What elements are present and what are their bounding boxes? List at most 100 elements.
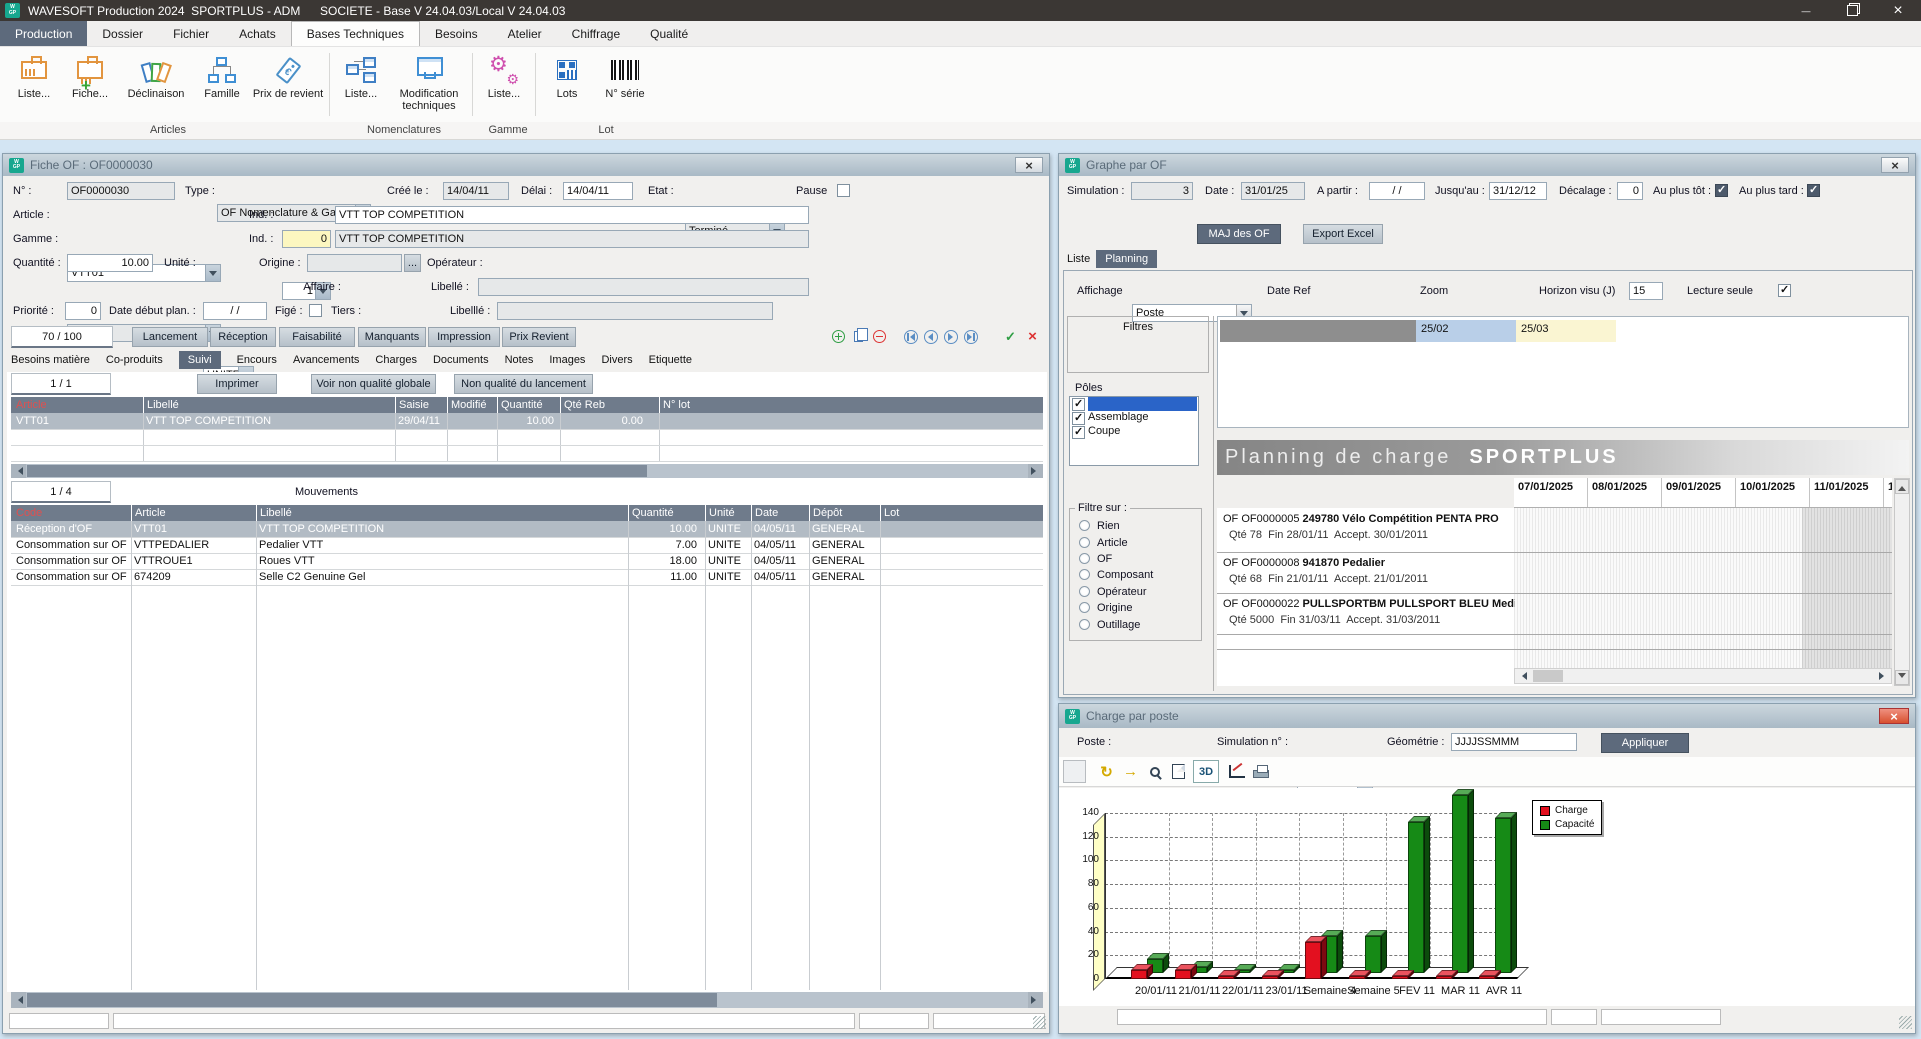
- priorite-field[interactable]: 0: [65, 302, 101, 320]
- previous-record-button[interactable]: [923, 329, 938, 344]
- mouvement-row[interactable]: Consommation sur OF VTTROUE1 Roues VTT 1…: [11, 553, 1043, 569]
- first-record-button[interactable]: [903, 329, 918, 344]
- maj-des-of-button[interactable]: MAJ des OF: [1197, 224, 1281, 244]
- charge-bar[interactable]: [1218, 976, 1234, 979]
- menu-tab-qualite[interactable]: Qualité: [635, 21, 703, 46]
- mouvements-counter-tab[interactable]: 1 / 4: [11, 481, 111, 503]
- radio-of[interactable]: [1079, 553, 1090, 564]
- menu-tab-atelier[interactable]: Atelier: [493, 21, 557, 46]
- radio-outillage[interactable]: [1079, 619, 1090, 630]
- delete-row-button[interactable]: [872, 329, 887, 344]
- pole-item[interactable]: Coupe: [1070, 425, 1198, 439]
- radio-composant[interactable]: [1079, 569, 1090, 580]
- mouvement-row[interactable]: Consommation sur OF VTTPEDALIER Pedalier…: [11, 537, 1043, 553]
- suivi-table-row[interactable]: VTT01 VTT TOP COMPETITION 29/04/11 10.00…: [11, 413, 1043, 429]
- mouvement-row[interactable]: Réception d'OF VTT01 VTT TOP COMPETITION…: [11, 521, 1043, 537]
- date-column[interactable]: 12/01/2025: [1884, 478, 1892, 508]
- gamme-ind-field[interactable]: 0: [282, 230, 331, 248]
- radio-operateur[interactable]: [1079, 586, 1090, 597]
- graphe-of-close-icon[interactable]: [1881, 157, 1909, 173]
- 3d-toggle-button[interactable]: 3D: [1193, 760, 1219, 783]
- faisabilite-button[interactable]: Faisabilité: [279, 327, 355, 347]
- ribbon-modification-techniques-button[interactable]: Modification techniques: [389, 47, 469, 122]
- date-column[interactable]: 07/01/2025: [1514, 478, 1588, 508]
- au-plus-tard-checkbox[interactable]: [1807, 184, 1820, 197]
- tab-encours[interactable]: Encours: [237, 354, 277, 366]
- prix-revient-button[interactable]: Prix Revient: [502, 327, 576, 347]
- column-date[interactable]: Date: [751, 505, 805, 521]
- resize-grip[interactable]: [1899, 1016, 1912, 1029]
- menu-tab-fichier[interactable]: Fichier: [158, 21, 224, 46]
- decalage-field[interactable]: 0: [1617, 182, 1643, 200]
- ribbon-article-liste-button[interactable]: Liste...: [6, 47, 62, 122]
- timeline-segment[interactable]: 25/02: [1416, 320, 1516, 342]
- planning-vscrollbar[interactable]: [1894, 478, 1910, 686]
- copy-row-button[interactable]: [851, 329, 866, 344]
- reception-button[interactable]: Réception: [210, 327, 276, 347]
- last-record-button[interactable]: [963, 329, 978, 344]
- column-article[interactable]: Article: [13, 397, 141, 413]
- column-code[interactable]: Code: [13, 505, 129, 521]
- appliquer-button[interactable]: Appliquer: [1601, 733, 1689, 753]
- gamme-libelle-field[interactable]: VTT TOP COMPETITION: [335, 230, 809, 248]
- tab-documents[interactable]: Documents: [433, 354, 489, 366]
- lecture-seule-checkbox[interactable]: [1778, 284, 1791, 297]
- timeline-segment[interactable]: [1220, 320, 1416, 342]
- column-libelle[interactable]: Libellé: [256, 505, 626, 521]
- manquants-button[interactable]: Manquants: [358, 327, 426, 347]
- imprimer-button[interactable]: Imprimer: [197, 374, 277, 394]
- print-icon[interactable]: [1249, 760, 1272, 783]
- pole-item[interactable]: Assemblage: [1070, 411, 1198, 425]
- geometrie-field[interactable]: JJJJSSMMM: [1451, 733, 1577, 751]
- column-modifie[interactable]: Modifié: [447, 397, 495, 413]
- capacité-bar[interactable]: [1452, 795, 1468, 973]
- flip-page-icon[interactable]: [1167, 760, 1190, 783]
- column-lot[interactable]: Lot: [880, 505, 980, 521]
- date-column[interactable]: 08/01/2025: [1588, 478, 1662, 508]
- origine-browse-button[interactable]: ...: [404, 254, 421, 272]
- tab-notes[interactable]: Notes: [505, 354, 534, 366]
- menu-tab-production[interactable]: Production: [0, 21, 87, 46]
- zoom-icon[interactable]: [1143, 760, 1166, 783]
- capacité-bar[interactable]: [1408, 822, 1424, 973]
- validate-button[interactable]: [1003, 329, 1018, 344]
- origine-field[interactable]: [307, 254, 402, 272]
- tab-divers[interactable]: Divers: [601, 354, 632, 366]
- fige-checkbox[interactable]: [309, 304, 322, 317]
- measure-chart-icon[interactable]: [1225, 760, 1248, 783]
- charge-bar[interactable]: [1349, 976, 1365, 979]
- menu-tab-besoins[interactable]: Besoins: [420, 21, 493, 46]
- jusquau-field[interactable]: 31/12/12: [1489, 182, 1547, 200]
- close-icon[interactable]: [1875, 0, 1921, 21]
- planning-hscrollbar[interactable]: [1514, 668, 1892, 684]
- article-libelle-field[interactable]: VTT TOP COMPETITION: [335, 206, 809, 224]
- column-depot[interactable]: Dépôt: [809, 505, 873, 521]
- menu-tab-bases-techniques[interactable]: Bases Techniques: [291, 21, 420, 46]
- menu-tab-achats[interactable]: Achats: [224, 21, 291, 46]
- suivi-table-hscrollbar[interactable]: [11, 464, 1043, 478]
- tab-images[interactable]: Images: [549, 354, 585, 366]
- pause-checkbox[interactable]: [837, 184, 850, 197]
- pan-icon[interactable]: [1119, 760, 1142, 783]
- horizon-field[interactable]: 15: [1629, 282, 1663, 300]
- lancement-button[interactable]: Lancement: [132, 327, 208, 347]
- simulation-field[interactable]: 3: [1131, 182, 1193, 200]
- date-debut-field[interactable]: / /: [203, 302, 267, 320]
- column-libelle[interactable]: Libellé: [143, 397, 389, 413]
- date-column[interactable]: 11/01/2025: [1810, 478, 1884, 508]
- charge-chart[interactable]: Charge Capacité 02040608010012014020/01/…: [1059, 788, 1915, 1006]
- select-tool-button[interactable]: [1063, 760, 1086, 783]
- fiche-of-close-icon[interactable]: [1015, 157, 1043, 173]
- radio-article[interactable]: [1079, 537, 1090, 548]
- date-field[interactable]: 31/01/25: [1241, 182, 1305, 200]
- ribbon-numero-serie-button[interactable]: N° série: [595, 47, 655, 122]
- column-saisie[interactable]: Saisie: [395, 397, 445, 413]
- libelle-field[interactable]: [478, 278, 809, 296]
- charge-bar[interactable]: [1131, 970, 1147, 979]
- counter-tab[interactable]: 70 / 100: [11, 326, 113, 348]
- tab-avancements[interactable]: Avancements: [293, 354, 359, 366]
- charge-bar[interactable]: [1305, 942, 1321, 979]
- column-qte-reb[interactable]: Qté Reb: [560, 397, 646, 413]
- non-qualite-lancement-button[interactable]: Non qualité du lancement: [454, 374, 593, 394]
- quantite-field[interactable]: 10.00: [67, 254, 153, 272]
